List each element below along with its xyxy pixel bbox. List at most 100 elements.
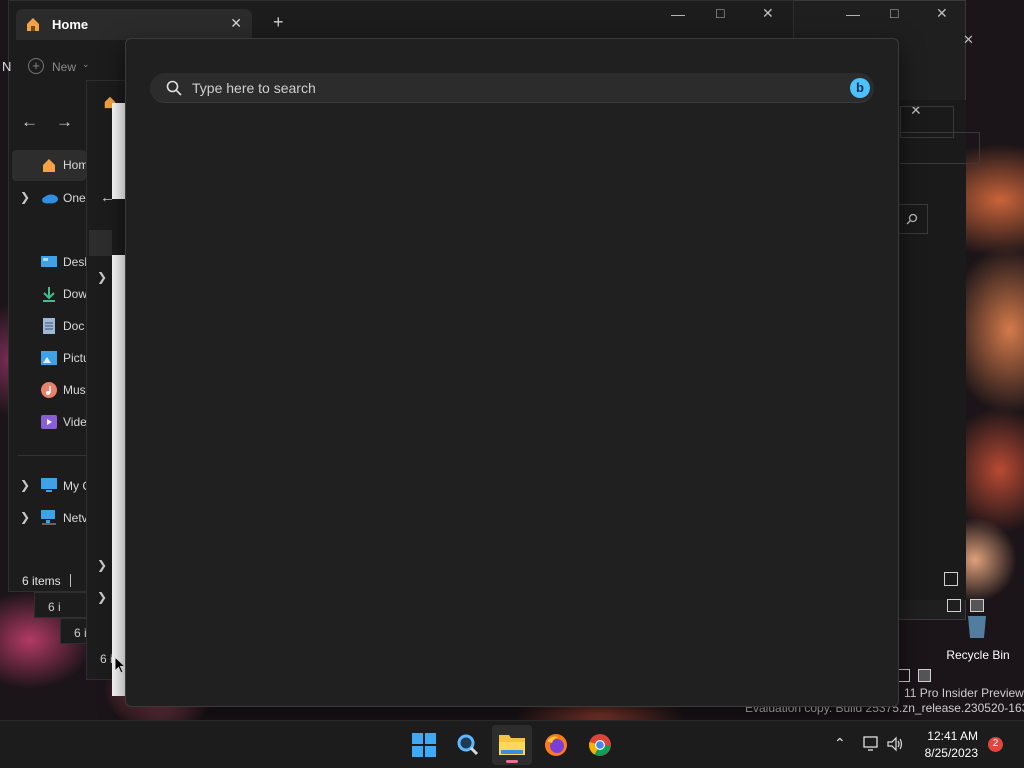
videos-icon [41, 415, 57, 429]
volume-icon[interactable] [887, 736, 905, 752]
new-tab-button[interactable]: + [273, 12, 284, 33]
nav-item-documents[interactable]: Doc [12, 310, 86, 341]
notification-count: 2 [992, 738, 999, 749]
back-button[interactable]: ← [21, 112, 38, 132]
chevron-right-icon: ❯ [20, 510, 31, 524]
forward-button[interactable]: → [56, 112, 73, 132]
nav-label: Doc [63, 319, 85, 333]
middle-selected-row [89, 230, 113, 256]
search-icon [166, 80, 182, 96]
notification-badge[interactable]: 2 [988, 737, 1003, 752]
nav-item-music[interactable]: Mus [12, 374, 86, 405]
search-app-button[interactable] [448, 725, 488, 765]
nav-item-downloads[interactable]: Dow [12, 278, 86, 309]
firefox-button[interactable] [536, 725, 576, 765]
rear-search-field[interactable] [895, 204, 928, 234]
tab-home[interactable]: Home ✕ [16, 9, 252, 40]
status-divider [70, 574, 71, 587]
bing-b-glyph: b [856, 80, 864, 95]
rear-maximize-button[interactable]: □ [890, 5, 898, 21]
rear-panel [900, 100, 966, 600]
nav-label: My C [63, 479, 86, 493]
close-button[interactable]: ✕ [762, 5, 774, 22]
search-icon [906, 213, 918, 225]
list-view-button[interactable] [947, 599, 961, 612]
recycle-bin-label: Recycle Bin [946, 648, 1010, 662]
tiles-view-button[interactable] [970, 599, 984, 612]
nav-label: Vide [63, 415, 86, 429]
nav-item-desktop[interactable]: Desk [12, 246, 86, 277]
start-button[interactable] [404, 725, 444, 765]
nav-label: Hom [63, 158, 86, 172]
nav-item-pictures[interactable]: Pictu [12, 342, 86, 373]
stacked-status: 6 i [74, 626, 87, 640]
nav-item-onedrive[interactable]: ❯ One [12, 182, 86, 213]
pc-icon [41, 478, 57, 492]
nav-label: Netv [63, 511, 86, 525]
details-view-button[interactable] [944, 572, 958, 586]
show-hidden-icons-chevron-icon[interactable]: ⌃ [834, 735, 846, 752]
network-tray-icon[interactable] [863, 736, 881, 752]
chevron-right-icon[interactable]: ❯ [97, 270, 107, 284]
plus-circle-icon: + [28, 58, 44, 74]
middle-status: 6 i [100, 652, 113, 666]
chevron-right-icon[interactable]: ❯ [97, 590, 107, 604]
clock-time: 12:41 AM [927, 729, 978, 743]
white-edge-strip [112, 103, 125, 696]
home-icon [27, 18, 39, 31]
network-icon [41, 510, 56, 525]
maximize-button[interactable]: □ [716, 5, 724, 21]
nav-divider [18, 455, 86, 456]
chevron-right-icon: ❯ [20, 478, 31, 492]
nav-label: Dow [63, 287, 86, 301]
rear-minimize-button[interactable]: — [846, 6, 860, 22]
windows-logo-icon [412, 733, 436, 757]
new-button-label: New [52, 60, 77, 74]
clock[interactable]: 12:41 AM 8/25/2023 [914, 727, 984, 763]
nav-label: Mus [63, 383, 86, 397]
tab-close-icon[interactable]: ✕ [230, 15, 242, 32]
clock-date: 8/25/2023 [924, 746, 978, 760]
chrome-button[interactable] [580, 725, 620, 765]
home-icon [43, 159, 55, 172]
music-icon [41, 382, 57, 398]
desktop-icon [41, 256, 57, 267]
rear-close-button[interactable]: ✕ [936, 5, 948, 22]
stacked-status: 6 i [48, 600, 61, 614]
minimize-button[interactable]: — [671, 6, 685, 22]
nav-item-network[interactable]: ❯ Netv [12, 502, 86, 533]
search-input[interactable] [192, 73, 812, 103]
nav-item-home[interactable]: Hom [12, 150, 86, 181]
tiles-view-button-2[interactable] [918, 669, 931, 682]
firefox-icon [545, 734, 567, 756]
nav-label: Desk [63, 255, 86, 269]
documents-icon [43, 318, 55, 334]
search-box[interactable]: b [150, 73, 874, 103]
status-item-count: 6 items [22, 574, 61, 588]
tab-title: Home [52, 17, 89, 32]
nav-item-videos[interactable]: Vide [12, 406, 86, 437]
file-explorer-taskbar-button[interactable] [492, 725, 532, 765]
white-strip-gap [112, 199, 125, 255]
chrome-icon [589, 734, 611, 756]
nav-label: Pictu [63, 351, 86, 365]
chevron-down-icon: ⌄ [82, 59, 90, 69]
folder-icon [499, 735, 525, 755]
chevron-right-icon: ❯ [20, 190, 31, 204]
far-close-button[interactable]: ✕ [963, 32, 974, 48]
bing-chat-icon[interactable]: b [850, 78, 870, 98]
nav-label: One [63, 191, 86, 205]
search-app-icon [457, 734, 479, 756]
nav-item-this-pc[interactable]: ❯ My C [12, 470, 86, 501]
taskbar: ⌃ 12:41 AM 8/25/2023 2 [0, 720, 1024, 768]
watermark-line-1: 11 Pro Insider Preview [904, 686, 1024, 700]
onedrive-icon [42, 194, 58, 204]
pictures-icon [41, 351, 57, 365]
rear-field-2[interactable] [900, 132, 980, 164]
downloads-icon [43, 287, 55, 302]
active-indicator [506, 760, 518, 763]
chevron-right-icon[interactable]: ❯ [97, 558, 107, 572]
recycle-bin-icon [968, 616, 986, 638]
edge-letter: N [2, 59, 12, 74]
search-flyout: b [125, 38, 899, 707]
